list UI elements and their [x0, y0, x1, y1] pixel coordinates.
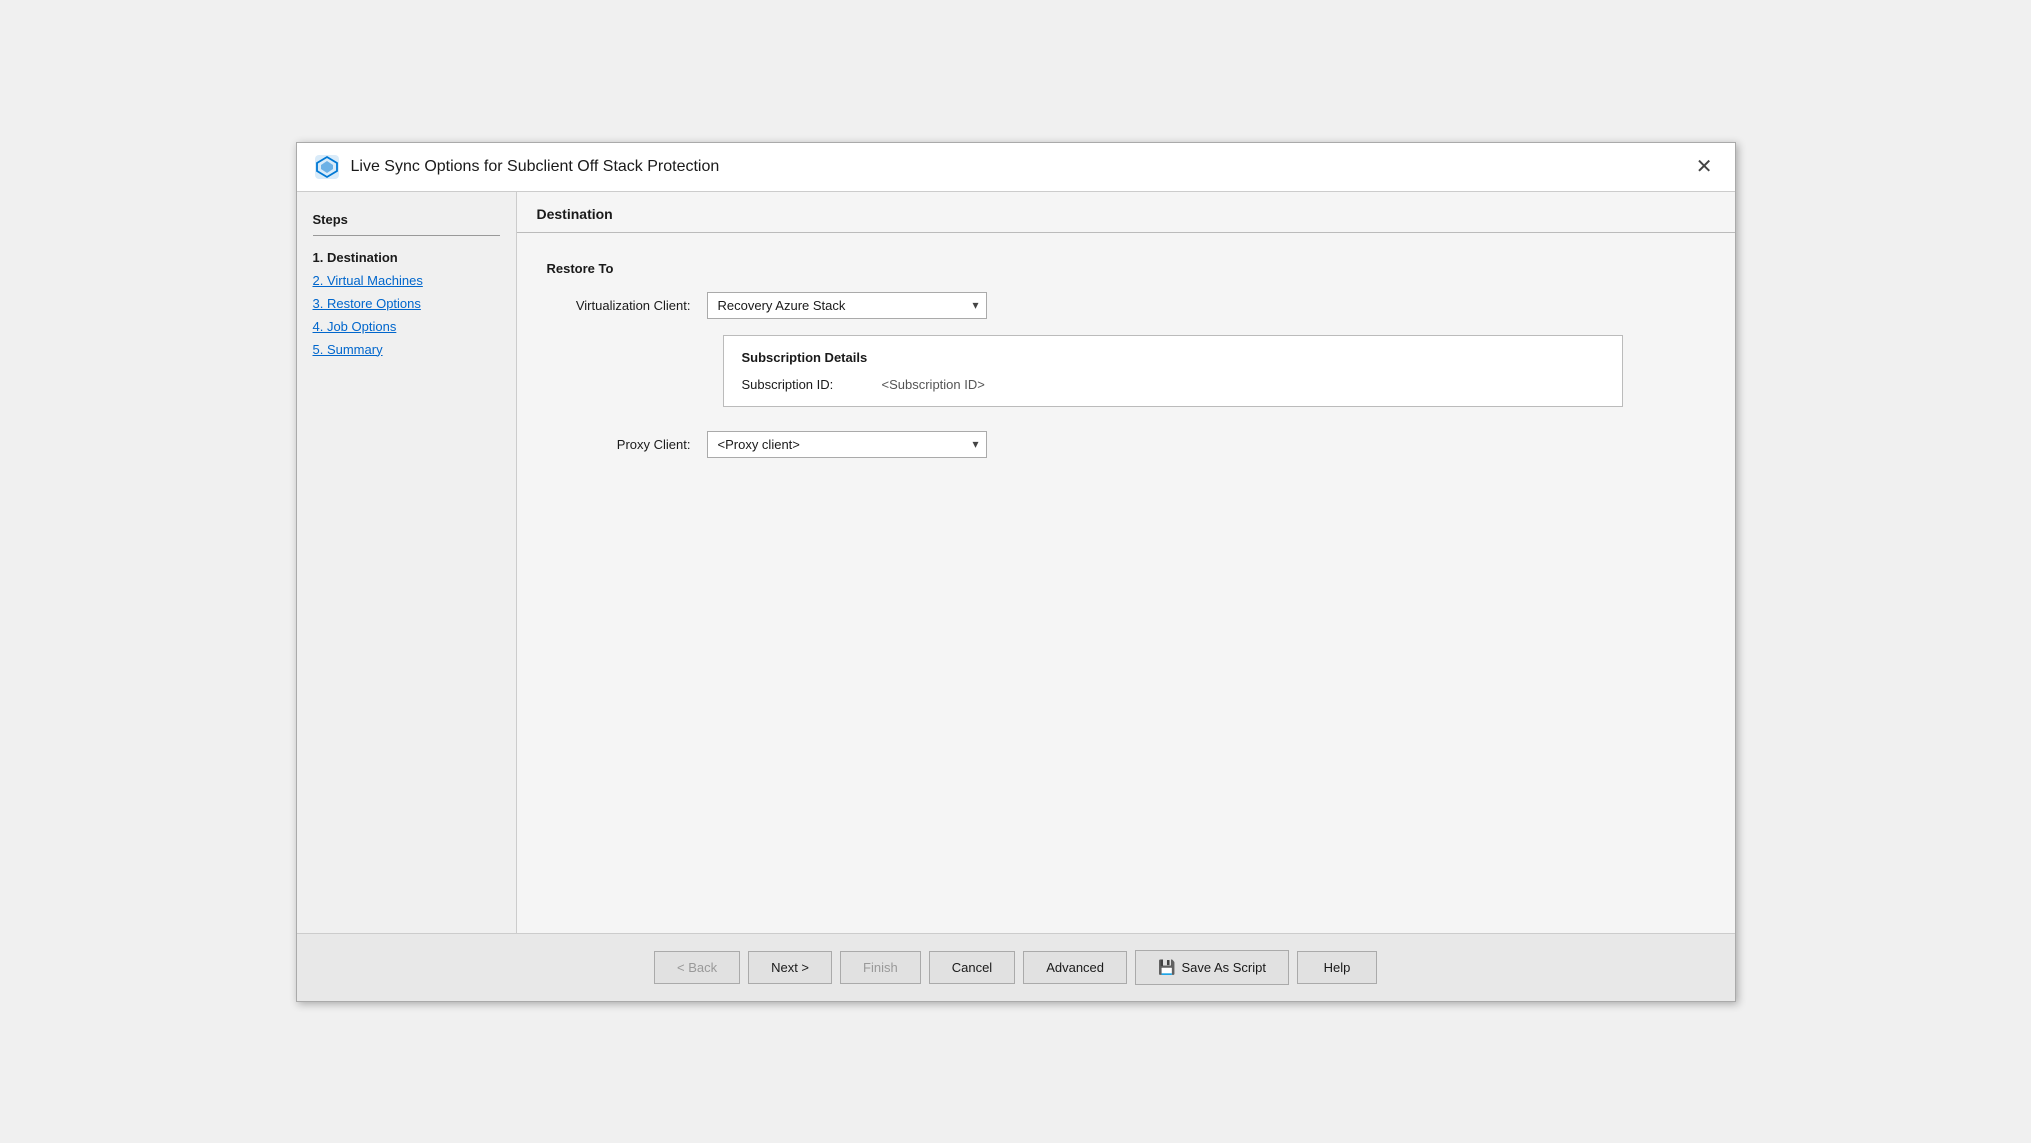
help-button[interactable]: Help: [1297, 951, 1377, 984]
content-body: Restore To Virtualization Client: Recove…: [517, 233, 1735, 933]
subscription-id-value: <Subscription ID>: [882, 377, 985, 392]
cancel-button[interactable]: Cancel: [929, 951, 1015, 984]
step-virtual-machines[interactable]: 2. Virtual Machines: [313, 273, 500, 288]
proxy-client-select-wrapper: <Proxy client>: [707, 431, 987, 458]
title-bar: Live Sync Options for Subclient Off Stac…: [297, 143, 1735, 192]
virtualization-client-select[interactable]: Recovery Azure Stack: [707, 292, 987, 319]
main-layout: Steps 1. Destination 2. Virtual Machines…: [297, 192, 1735, 933]
dialog-title: Live Sync Options for Subclient Off Stac…: [351, 158, 720, 176]
app-icon: [313, 153, 341, 181]
subscription-details-box: Subscription Details Subscription ID: <S…: [723, 335, 1623, 407]
title-bar-left: Live Sync Options for Subclient Off Stac…: [313, 153, 720, 181]
proxy-client-label: Proxy Client:: [547, 437, 707, 452]
restore-to-label: Restore To: [547, 261, 1705, 276]
save-as-script-button[interactable]: 💾 Save As Script: [1135, 950, 1289, 985]
proxy-client-row: Proxy Client: <Proxy client>: [547, 431, 1705, 458]
finish-button[interactable]: Finish: [840, 951, 921, 984]
save-as-script-icon: 💾: [1158, 959, 1175, 976]
sidebar-title: Steps: [313, 212, 500, 236]
content-area: Destination Restore To Virtualization Cl…: [517, 192, 1735, 933]
proxy-client-select[interactable]: <Proxy client>: [707, 431, 987, 458]
next-button[interactable]: Next >: [748, 951, 832, 984]
step-destination[interactable]: 1. Destination: [313, 250, 500, 265]
footer: < Back Next > Finish Cancel Advanced 💾 S…: [297, 933, 1735, 1001]
step-job-options[interactable]: 4. Job Options: [313, 319, 500, 334]
step-summary[interactable]: 5. Summary: [313, 342, 500, 357]
dialog: Live Sync Options for Subclient Off Stac…: [296, 142, 1736, 1002]
virtualization-client-label: Virtualization Client:: [547, 298, 707, 313]
sidebar: Steps 1. Destination 2. Virtual Machines…: [297, 192, 517, 933]
content-header: Destination: [517, 192, 1735, 233]
virtualization-client-row: Virtualization Client: Recovery Azure St…: [547, 292, 1705, 319]
back-button[interactable]: < Back: [654, 951, 740, 984]
virtualization-client-select-wrapper: Recovery Azure Stack: [707, 292, 987, 319]
subscription-details-title: Subscription Details: [742, 350, 1604, 365]
restore-to-block: Restore To Virtualization Client: Recove…: [547, 261, 1705, 407]
content-header-title: Destination: [537, 206, 613, 222]
subscription-id-row: Subscription ID: <Subscription ID>: [742, 377, 1604, 392]
advanced-button[interactable]: Advanced: [1023, 951, 1127, 984]
step-restore-options[interactable]: 3. Restore Options: [313, 296, 500, 311]
subscription-id-label: Subscription ID:: [742, 377, 882, 392]
close-button[interactable]: ✕: [1690, 155, 1719, 179]
